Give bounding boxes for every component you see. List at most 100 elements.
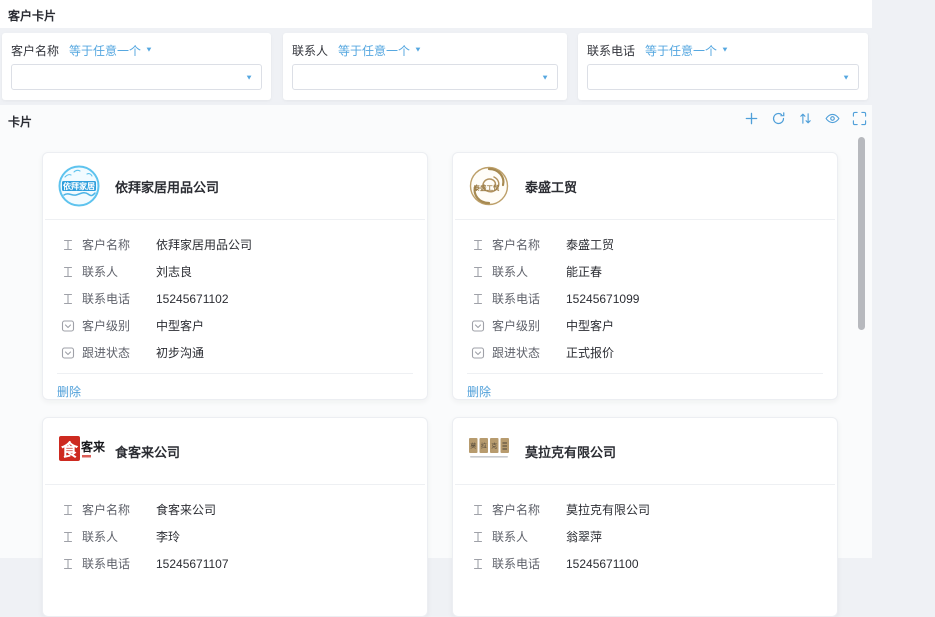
field-value: 15245671099	[566, 292, 639, 306]
card-fields: 客户名称 依拜家居用品公司 联系人 刘志良 联系电话 15245671102 客…	[43, 220, 427, 366]
field-value: 泰盛工贸	[566, 236, 614, 253]
card-field-row: 客户名称 莫拉克有限公司	[453, 496, 837, 523]
customer-card[interactable]: 泰盛工贸 泰盛工贸 客户名称 泰盛工贸 联系人 能正春 联系电话 1524567…	[452, 152, 838, 400]
field-label: 联系电话	[82, 290, 156, 307]
card-header: 食 客来 食客来公司	[45, 418, 425, 485]
card-field-row: 联系人 李玲	[43, 523, 427, 550]
company-name-title: 依拜家居用品公司	[115, 177, 219, 196]
text-field-icon	[61, 292, 75, 306]
svg-text:依拜家居: 依拜家居	[63, 181, 95, 191]
svg-text:泰盛工贸: 泰盛工贸	[473, 183, 501, 192]
card-field-row: 联系电话 15245671099	[453, 285, 837, 312]
card-fields: 客户名称 莫拉克有限公司 联系人 翁翠萍 联系电话 15245671100	[453, 485, 837, 577]
card-field-row: 客户名称 泰盛工贸	[453, 231, 837, 258]
text-field-icon	[61, 557, 75, 571]
field-label: 联系人	[492, 528, 566, 545]
customer-name-combobox[interactable]: ▼	[11, 64, 262, 90]
field-label: 联系电话	[492, 290, 566, 307]
customer-card[interactable]: 食 客来 食客来公司 客户名称 食客来公司 联系人 李玲 联系电话 152456…	[42, 417, 428, 617]
field-label: 联系人	[82, 263, 156, 280]
field-label: 客户名称	[82, 501, 156, 518]
text-field-icon	[471, 292, 485, 306]
filter-label: 客户名称	[11, 42, 59, 59]
field-value: 莫拉克有限公司	[566, 501, 650, 518]
field-label: 联系人	[82, 528, 156, 545]
text-field-icon	[61, 265, 75, 279]
sort-icon[interactable]	[798, 111, 813, 126]
field-label: 跟进状态	[492, 344, 566, 361]
caret-down-icon: ▼	[245, 75, 253, 82]
company-name-title: 泰盛工贸	[525, 177, 577, 196]
select-field-icon	[471, 319, 485, 333]
card-header: 莫 拉 克 莫拉克有限公司	[455, 418, 835, 485]
vertical-scrollbar[interactable]	[858, 137, 865, 330]
field-label: 跟进状态	[82, 344, 156, 361]
svg-text:拉: 拉	[481, 442, 487, 450]
caret-down-icon: ▼	[541, 75, 549, 82]
filter-operator-dropdown[interactable]: 等于任意一个 ▼	[69, 42, 153, 59]
contact-person-combobox[interactable]: ▼	[292, 64, 558, 90]
eye-icon[interactable]	[825, 111, 840, 126]
text-field-icon	[471, 530, 485, 544]
caret-down-icon: ▼	[414, 47, 422, 54]
card-field-row: 联系电话 15245671107	[43, 550, 427, 577]
field-value: 中型客户	[566, 317, 614, 334]
field-value: 食客来公司	[156, 501, 216, 518]
card-field-row: 联系人 能正春	[453, 258, 837, 285]
card-field-row: 联系人 翁翠萍	[453, 523, 837, 550]
filter-label: 联系电话	[587, 42, 635, 59]
field-value: 翁翠萍	[566, 528, 602, 545]
field-value: 初步沟通	[156, 344, 204, 361]
card-fields: 客户名称 泰盛工贸 联系人 能正春 联系电话 15245671099 客户级别 …	[453, 220, 837, 366]
filter-operator-dropdown[interactable]: 等于任意一个 ▼	[645, 42, 729, 59]
company-name-title: 莫拉克有限公司	[525, 442, 616, 461]
field-value: 刘志良	[156, 263, 192, 280]
card-field-row: 联系电话 15245671100	[453, 550, 837, 577]
taisheng-circle-logo: 泰盛工贸	[467, 164, 511, 208]
card-header: 依拜家居 依拜家居用品公司	[45, 153, 425, 220]
field-label: 联系人	[492, 263, 566, 280]
field-label: 客户名称	[492, 501, 566, 518]
text-field-icon	[471, 238, 485, 252]
field-value: 中型客户	[156, 317, 204, 334]
field-value: 正式报价	[566, 344, 614, 361]
molake-blocks-logo: 莫 拉 克	[467, 429, 511, 473]
card-header: 泰盛工贸 泰盛工贸	[455, 153, 835, 220]
contact-phone-combobox[interactable]: ▼	[587, 64, 859, 90]
plus-icon[interactable]	[744, 111, 759, 126]
filter-operator-dropdown[interactable]: 等于任意一个 ▼	[338, 42, 422, 59]
text-field-icon	[61, 238, 75, 252]
caret-down-icon: ▼	[842, 75, 850, 82]
card-actions: 删除	[57, 373, 413, 400]
field-label: 客户名称	[492, 236, 566, 253]
yibai-circle-logo: 依拜家居	[57, 164, 101, 208]
card-field-row: 客户级别 中型客户	[453, 312, 837, 339]
cards-toolbar	[744, 111, 867, 126]
refresh-icon[interactable]	[771, 111, 786, 126]
card-field-row: 客户名称 食客来公司	[43, 496, 427, 523]
card-field-row: 联系人 刘志良	[43, 258, 427, 285]
card-field-row: 联系电话 15245671102	[43, 285, 427, 312]
customer-card[interactable]: 依拜家居 依拜家居用品公司 客户名称 依拜家居用品公司 联系人 刘志良 联系电话…	[42, 152, 428, 400]
delete-button[interactable]: 删除	[57, 385, 81, 399]
fullscreen-icon[interactable]	[852, 111, 867, 126]
field-value: 依拜家居用品公司	[156, 236, 252, 253]
text-field-icon	[61, 530, 75, 544]
svg-text:食: 食	[61, 440, 79, 460]
text-field-icon	[61, 503, 75, 517]
field-label: 客户级别	[492, 317, 566, 334]
shikelai-seal-logo: 食 客来	[57, 429, 101, 473]
svg-text:莫: 莫	[470, 442, 476, 450]
field-value: 15245671102	[156, 292, 229, 306]
card-fields: 客户名称 食客来公司 联系人 李玲 联系电话 15245671107	[43, 485, 427, 577]
filter-contact-phone: 联系电话 等于任意一个 ▼ ▼	[578, 33, 868, 100]
page-title: 客户卡片	[8, 7, 56, 24]
delete-button[interactable]: 删除	[467, 385, 491, 399]
card-field-row: 客户名称 依拜家居用品公司	[43, 231, 427, 258]
svg-text:客来: 客来	[80, 439, 106, 454]
field-value: 能正春	[566, 263, 602, 280]
field-value: 15245671107	[156, 557, 229, 571]
cards-panel: 卡片 依拜家居	[0, 105, 872, 558]
card-field-row: 跟进状态 初步沟通	[43, 339, 427, 366]
customer-card[interactable]: 莫 拉 克 莫拉克有限公司 客户名称 莫拉克有限公司 联系人 翁翠萍 联系电话 …	[452, 417, 838, 617]
